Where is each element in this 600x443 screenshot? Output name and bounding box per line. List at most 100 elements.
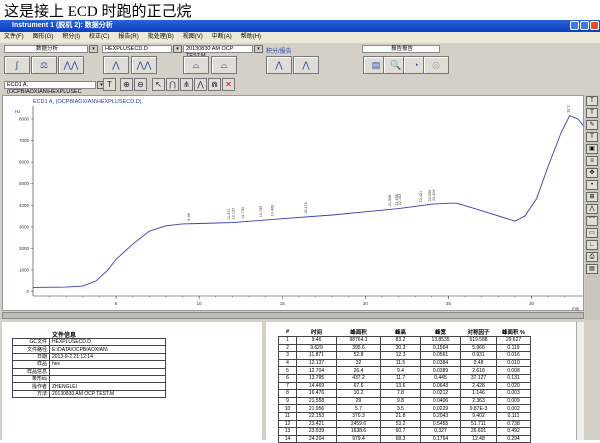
- file-combo-value: HEXPLUSECD.D: [105, 46, 148, 52]
- tangent-skim-icon[interactable]: ⋀: [194, 78, 207, 91]
- table-row[interactable]: 3 11.871 52.8 12.3 0.0561 0.931 0.016: [278, 351, 531, 360]
- integration-events-icon[interactable]: ⋀: [293, 56, 319, 74]
- point-icon[interactable]: •: [586, 180, 598, 190]
- signal-icon[interactable]: ∫: [4, 56, 30, 74]
- column-header: 峰高: [394, 330, 406, 336]
- table-row[interactable]: 1 9.46 98764.1 83.2 13.8535 519.588 29.627: [278, 336, 531, 345]
- integration-label: 积分/报告: [266, 49, 292, 55]
- menu-report[interactable]: 报告(R): [118, 32, 138, 43]
- units-icon[interactable]: ≡: [586, 156, 598, 166]
- peak-label: 13.795: [259, 206, 263, 218]
- table-row[interactable]: 13 23.939 1638.6 60.7 0.327 26.601 0.492: [278, 427, 531, 436]
- chevron-down-icon[interactable]: ▾: [89, 45, 98, 53]
- table-row[interactable]: 4 12.137 32 11.5 0.0384 0.48 0.010: [278, 358, 531, 368]
- load-signal2-icon[interactable]: ⋀⋀: [131, 56, 157, 74]
- table-cell: 23.421: [296, 419, 337, 429]
- menu-calibration[interactable]: 校正(C): [89, 32, 109, 43]
- table-cell: 6: [278, 373, 297, 383]
- close-button[interactable]: [590, 21, 599, 30]
- pointer-icon[interactable]: ↖: [152, 78, 165, 91]
- calibration-scale-icon[interactable]: ⚖: [31, 56, 57, 74]
- peaks-icon[interactable]: ⋀⋀: [58, 56, 84, 74]
- peak-label: 32.3: [567, 105, 571, 112]
- grid-icon[interactable]: ⊞: [586, 192, 598, 202]
- table-row[interactable]: 12 23.421 2459.6 53.2 0.5455 51.711 0.738: [278, 419, 531, 429]
- table-row[interactable]: 10 21.956 5.7 3.5 0.0229 9.87E-3 0.002: [278, 404, 531, 413]
- table-row[interactable]: 8 16.476 10.2 7.8 0.0212 1.146 0.003: [278, 389, 531, 398]
- text-tool-icon[interactable]: T: [103, 78, 116, 91]
- menu-graphics[interactable]: 图形(G): [33, 32, 54, 43]
- y-tick-label: 0: [26, 289, 29, 294]
- delete-peak-icon[interactable]: ✕: [222, 78, 235, 91]
- menu-integration[interactable]: 积分(I): [62, 32, 80, 43]
- save-method-icon[interactable]: ⌓: [211, 56, 237, 74]
- info-value: [49, 367, 166, 376]
- y-tick-label: 7000: [19, 138, 30, 143]
- menu-abort[interactable]: 中断(A): [212, 32, 232, 43]
- table-row[interactable]: 6 13.795 437.2 11.7 0.445 37.127 0.131: [278, 373, 531, 383]
- menu-file[interactable]: 文件(F): [4, 32, 24, 43]
- table-cell: 2.618: [460, 366, 497, 375]
- view-combo[interactable]: 数据分析 ▾: [4, 45, 98, 53]
- table-cell: 0.1564: [420, 343, 461, 353]
- peak-label: 16.476: [304, 202, 308, 214]
- report-combo-value: 报告报告: [390, 46, 413, 52]
- table-row[interactable]: 5 12.704 26.4 9.4 0.0389 2.618 0.008: [278, 366, 531, 375]
- menu-help[interactable]: 帮助(H): [241, 32, 261, 43]
- menu-view[interactable]: 视图(V): [183, 32, 203, 43]
- info-row: 样品 hex: [12, 360, 166, 369]
- zoom-in-icon[interactable]: ⊕: [120, 78, 133, 91]
- report-combo[interactable]: 报告报告: [362, 45, 440, 53]
- annotate-icon[interactable]: ✎: [586, 120, 598, 130]
- file-info-table: GC文件 HEXPLUSECD.D 文件路径 E:\DATA\OCPBIAOXIAN\…: [12, 337, 166, 399]
- table-row[interactable]: 9 21.558 29 9.8 0.0406 2.363 0.009: [278, 396, 531, 406]
- table-cell: 12.3: [380, 351, 421, 360]
- table-row[interactable]: 2 9.629 395.6 30.3 0.1564 5.966 0.119: [278, 343, 531, 353]
- table-cell: 51.711: [460, 419, 497, 429]
- menu-batch[interactable]: 批处理(B): [148, 32, 174, 43]
- draw-baseline-icon[interactable]: ⋂: [166, 78, 179, 91]
- scale-icon[interactable]: ▭: [586, 228, 598, 238]
- font-icon[interactable]: T: [586, 108, 598, 118]
- x-tick-label: 15: [280, 301, 286, 306]
- manual-integration-icon[interactable]: ⋒: [208, 78, 221, 91]
- table-cell: 2459.6: [336, 419, 381, 429]
- maximize-button[interactable]: [580, 21, 589, 30]
- method-combo[interactable]: 20130830 AM OCP TEST.M▾: [183, 45, 263, 59]
- table-cell: 37.127: [460, 373, 497, 383]
- horizontal-scrollbar[interactable]: [2, 312, 584, 319]
- copy-icon[interactable]: ▤: [586, 264, 598, 274]
- overlay-icon[interactable]: ⋀: [586, 204, 598, 214]
- table-row[interactable]: 7 14.469 67.6 13.6 0.0643 2.428 0.020: [278, 381, 531, 391]
- load-method-icon[interactable]: ⌓: [183, 56, 209, 74]
- load-signal-icon[interactable]: ⋀: [103, 56, 129, 74]
- label-icon[interactable]: T: [586, 132, 598, 142]
- move-icon[interactable]: ✥: [586, 168, 598, 178]
- table-cell: 0.0384: [420, 358, 461, 368]
- integrate-icon[interactable]: ⋀: [266, 56, 292, 74]
- window-title: Instrument 1 (脱机 2): 数据分析: [12, 22, 113, 29]
- table-cell: 9.4: [380, 366, 421, 375]
- vertical-scrollbar[interactable]: [576, 322, 584, 440]
- zoom-out-icon[interactable]: ⊖: [134, 78, 147, 91]
- chevron-down-icon[interactable]: ▾: [173, 45, 182, 53]
- chromatogram-plot: ECD1 A, (OCPBIAOXIAN\HEXPLUSECD.D) Hz mi…: [15, 99, 584, 311]
- info-row: 样品信息: [12, 367, 166, 376]
- chevron-down-icon[interactable]: ▾: [254, 45, 263, 53]
- axis-icon[interactable]: ∟: [586, 240, 598, 250]
- minimize-button[interactable]: [570, 21, 579, 30]
- split-peak-icon[interactable]: ⋔: [180, 78, 193, 91]
- peak-label: 14.469: [270, 205, 274, 217]
- signal-combo[interactable]: ECD1 A, (OCPBIAOXIAN\HEXPLUSEC ▾: [4, 81, 106, 95]
- y-tick-label: 4000: [19, 203, 30, 208]
- table-row[interactable]: 11 22.153 370.3 21.8 0.2043 9.402 0.111: [278, 411, 531, 421]
- table-row[interactable]: 14 24.204 979.4 68.3 0.1764 12.48 0.294: [278, 434, 531, 443]
- table-cell: 5.966: [460, 343, 497, 353]
- file-combo[interactable]: HEXPLUSECD.D ▾: [102, 45, 182, 53]
- table-cell: 0.1764: [420, 434, 461, 443]
- baseline-icon[interactable]: ⌒: [586, 216, 598, 226]
- text-icon[interactable]: T: [586, 96, 598, 106]
- print-icon[interactable]: ⎙: [586, 252, 598, 262]
- x-unit: min: [572, 306, 580, 311]
- color-icon[interactable]: ▣: [586, 144, 598, 154]
